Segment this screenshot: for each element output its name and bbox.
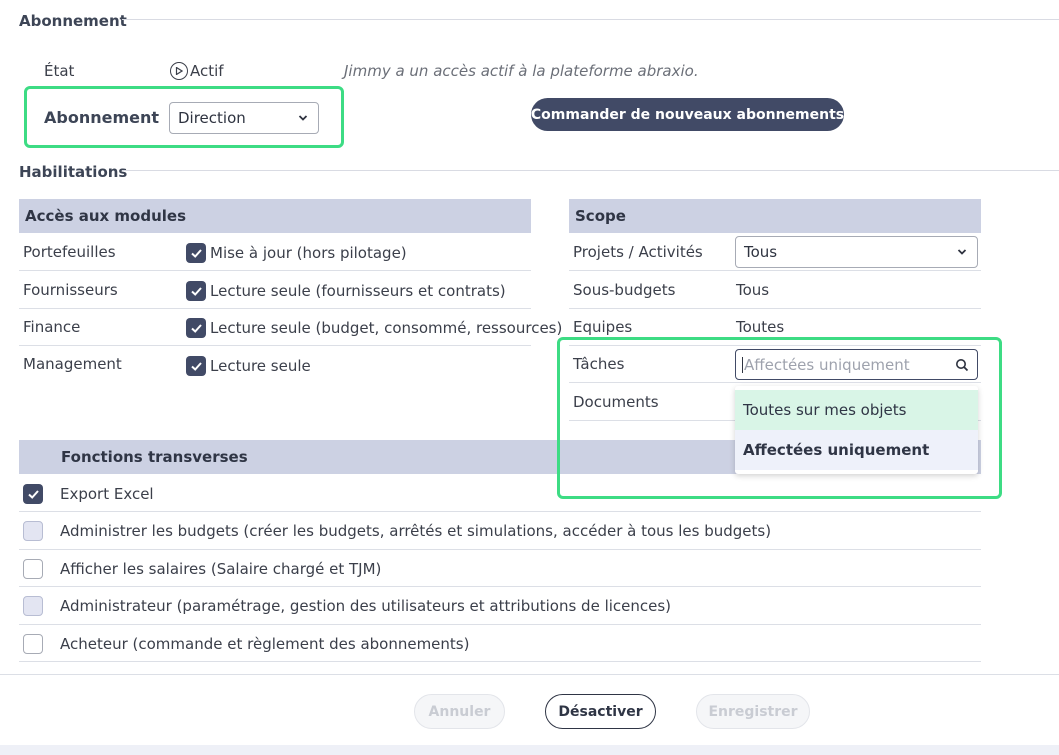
module-access-label: Lecture seule (fournisseurs et contrats) [210,282,506,300]
checkbox-disabled-icon [23,521,43,541]
chevron-down-icon [957,249,967,255]
section-divider [122,170,1059,171]
row-divider [19,624,981,625]
checkbox-disabled-icon [23,596,43,616]
module-access-label: Lecture seule (budget, consommé, ressour… [210,319,563,337]
footer-divider [0,674,1059,675]
module-name: Fournisseurs [23,281,118,299]
transverse-label: Acheteur (commande et règlement des abon… [60,635,470,653]
row-divider [19,345,531,346]
module-access: Mise à jour (hors pilotage) [186,243,407,263]
scope-name: Sous-budgets [573,281,676,299]
projects-scope-value: Tous [744,243,778,261]
module-name: Portefeuilles [23,243,116,261]
subscription-select-value: Direction [178,109,246,127]
checkbox-checked-icon[interactable] [186,356,206,376]
module-name: Finance [23,318,81,336]
scope-value: Toutes [736,318,785,336]
row-divider [19,586,981,587]
deactivate-button[interactable]: Désactiver [545,694,656,729]
transverse-label: Export Excel [60,485,154,503]
tasks-scope-highlight [557,337,1002,499]
module-access-label: Lecture seule [210,357,311,375]
transverse-label: Administrateur (paramétrage, gestion des… [60,597,672,615]
transverse-row: Export Excel [23,484,154,504]
checkbox-checked-icon[interactable] [186,281,206,301]
module-access: Lecture seule (budget, consommé, ressour… [186,318,562,338]
state-label: État [44,62,75,80]
subscription-select[interactable]: Direction [169,102,319,134]
order-subscriptions-button[interactable]: Commander de nouveaux abonnements [531,98,844,131]
transverse-row: Administrer les budgets (créer les budge… [23,521,771,541]
play-circle-icon [170,62,188,80]
scope-value: Tous [736,281,770,299]
scope-name: Projets / Activités [573,243,703,261]
transverse-row: Afficher les salaires (Salaire chargé et… [23,559,381,579]
subscription-label: Abonnement * [44,108,177,127]
module-access: Lecture seule [186,356,311,376]
row-divider [19,511,981,512]
chevron-down-icon [298,115,308,121]
cancel-button[interactable]: Annuler [414,694,505,729]
row-divider [569,308,981,309]
transverse-row: Acheteur (commande et règlement des abon… [23,634,469,654]
checkbox-checked-icon[interactable] [186,243,206,263]
row-divider [569,270,981,271]
row-divider [19,308,531,309]
transverse-row: Administrateur (paramétrage, gestion des… [23,596,671,616]
section-divider [122,19,1059,20]
save-button[interactable]: Enregistrer [696,694,810,729]
row-divider [19,549,981,550]
modules-table-header: Accès aux modules [19,199,531,233]
module-name: Management [23,355,122,373]
subscription-label-text: Abonnement [44,108,160,127]
checkbox-empty-icon[interactable] [23,559,43,579]
scope-table-header: Scope [569,199,981,233]
row-divider [19,270,531,271]
subscription-section-title: Abonnement [19,12,127,30]
row-divider [19,661,981,662]
state-value: Actif [190,62,224,80]
projects-scope-select[interactable]: Tous [735,236,978,268]
permissions-section-title: Habilitations [19,163,128,181]
bottom-bar [0,745,1059,755]
transverse-label: Afficher les salaires (Salaire chargé et… [60,560,382,578]
module-access: Lecture seule (fournisseurs et contrats) [186,281,506,301]
transverse-label: Administrer les budgets (créer les budge… [60,522,772,540]
state-note: Jimmy a un accès actif à la plateforme a… [344,62,699,80]
module-access-label: Mise à jour (hors pilotage) [210,244,407,262]
checkbox-checked-icon[interactable] [186,318,206,338]
checkbox-checked-icon[interactable] [23,484,43,504]
state-status: Actif [170,62,224,80]
checkbox-empty-icon[interactable] [23,634,43,654]
scope-name: Equipes [573,318,633,336]
